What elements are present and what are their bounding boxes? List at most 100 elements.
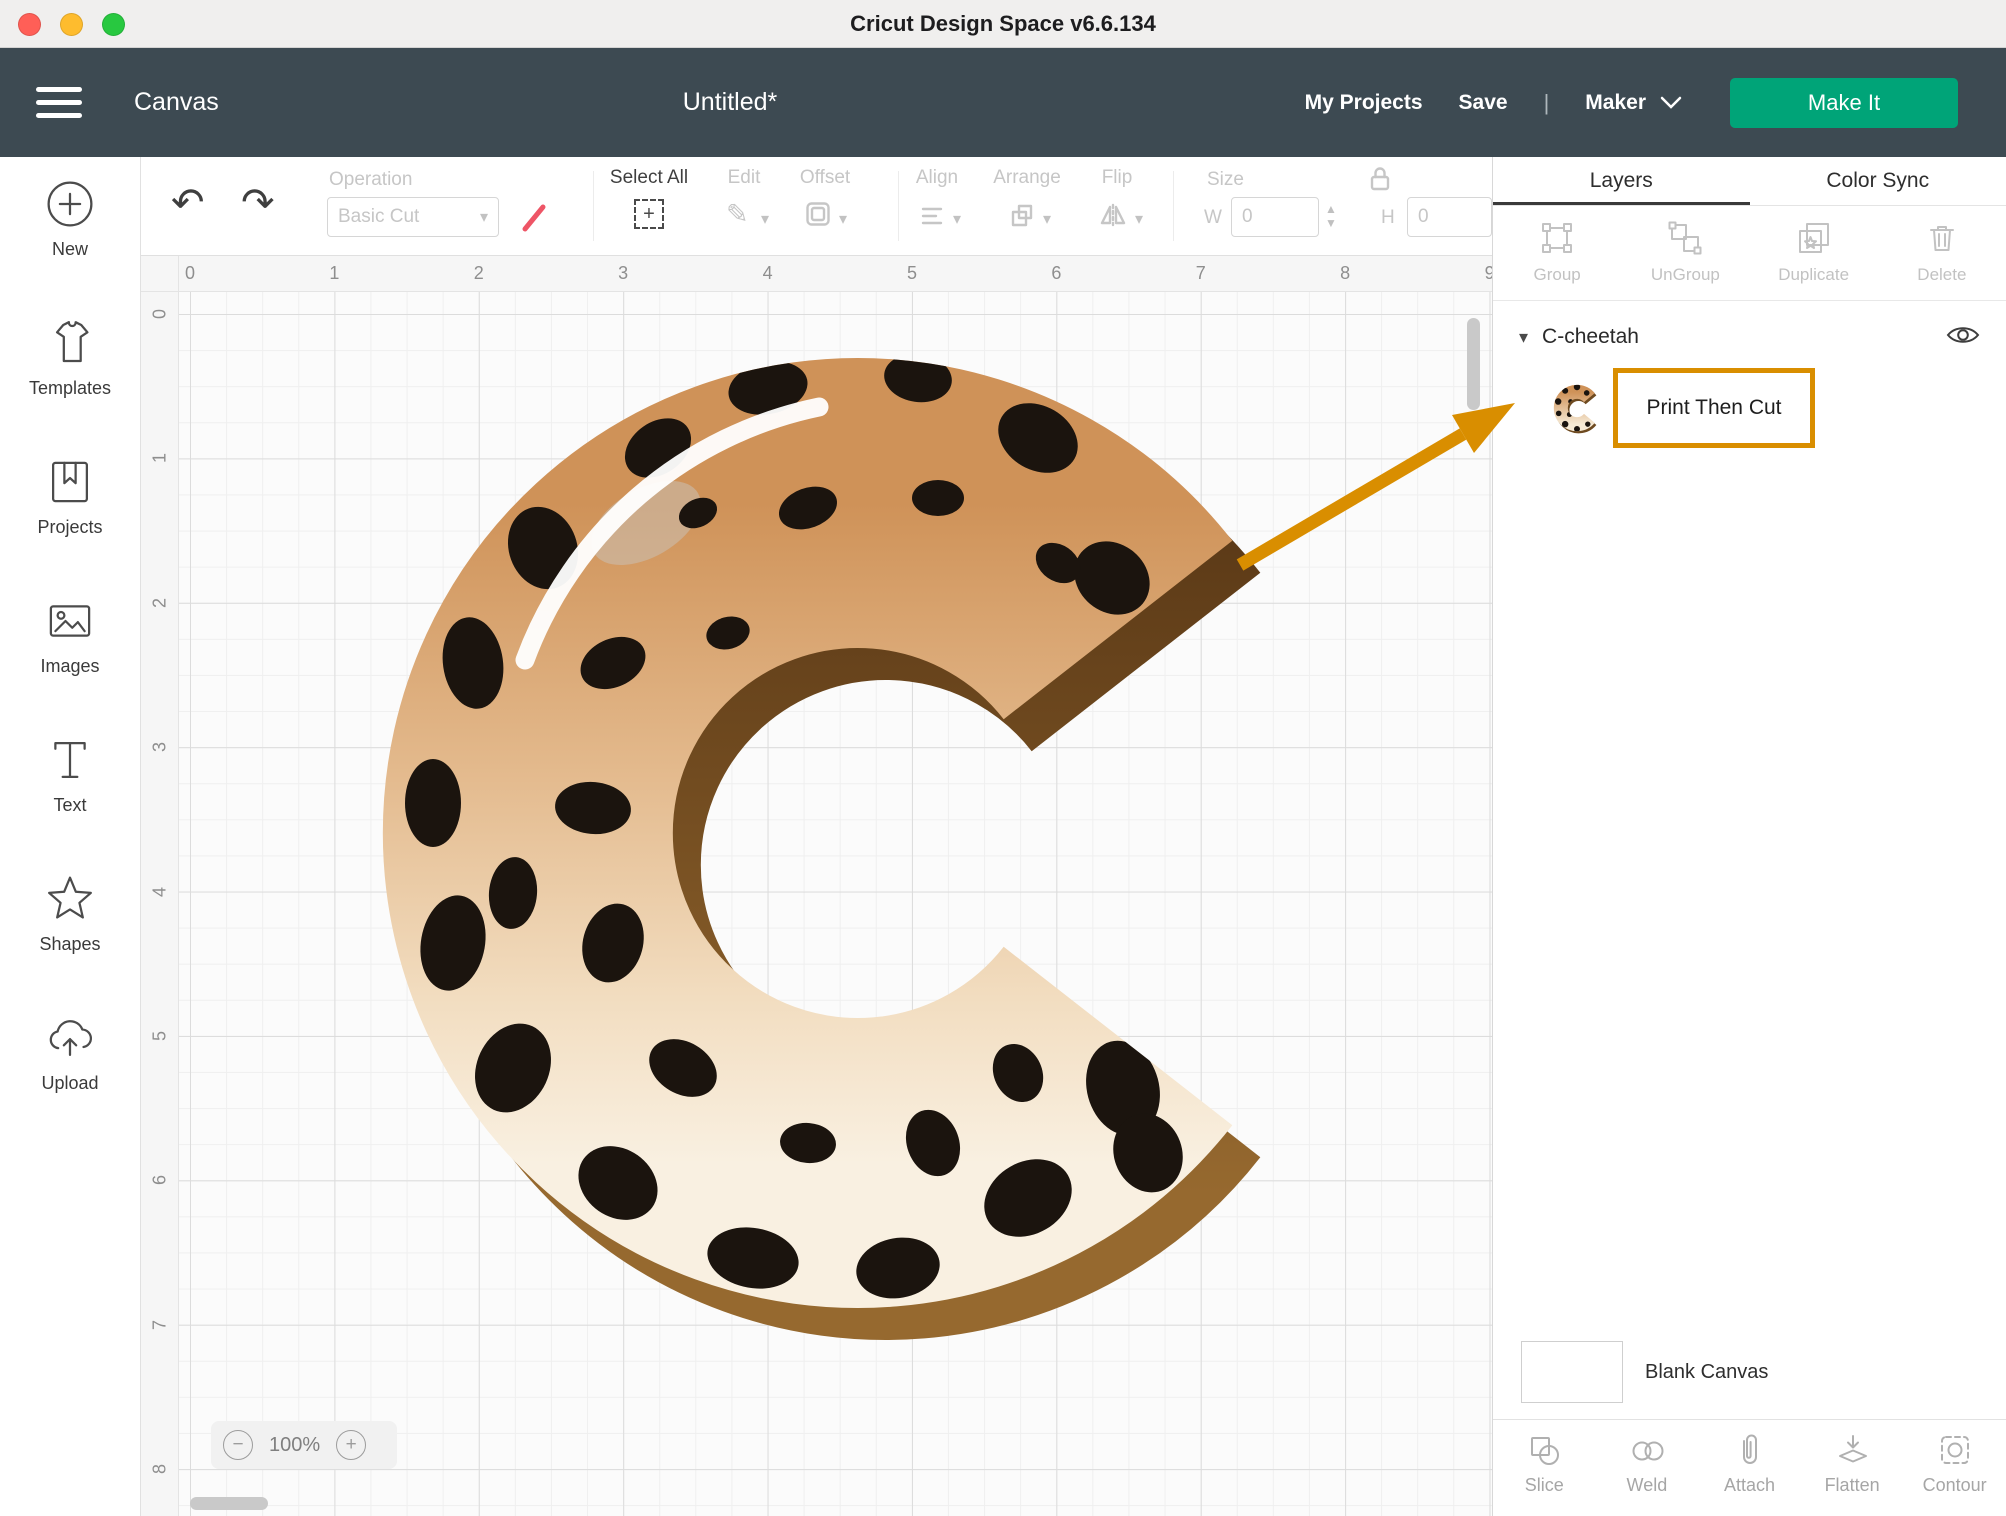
arrange-label: Arrange [993,167,1061,188]
shirt-icon [55,321,89,363]
action-label: Weld [1626,1475,1668,1495]
layer-row[interactable]: Print Then Cut [1493,365,2006,451]
minimize-window-button[interactable] [60,13,83,36]
visibility-eye-icon[interactable] [1946,323,1980,352]
ruler-mark: 7 [1195,263,1206,283]
weld-icon [1632,1441,1664,1461]
width-stepper[interactable]: ▲ ▼ [1325,203,1337,229]
delete-button[interactable]: Delete [1878,206,2006,300]
canvas-grid[interactable]: − 100% + [179,292,1492,1516]
width-label: W [1204,207,1222,228]
contour-icon [1940,1436,1969,1464]
window-controls [18,13,125,36]
weld-button[interactable]: Weld [1596,1420,1699,1516]
action-label: Slice [1524,1475,1564,1495]
flip-icon[interactable] [1099,203,1127,232]
group-button[interactable]: Group [1493,206,1621,300]
menu-icon[interactable] [36,79,82,126]
document-title[interactable]: Untitled* [390,88,1070,117]
layers-panel: Layers Color Sync Group UnGroup Duplicat… [1492,157,2006,1516]
align-icon[interactable] [919,203,945,234]
machine-selector[interactable]: Maker [1585,91,1682,115]
chevron-down-icon[interactable]: ▾ [761,209,769,229]
top-navigation-bar: Canvas Untitled* My Projects Save | Make… [0,48,2006,157]
sidebar-item-label: Images [40,656,100,676]
ruler-corner [141,256,179,292]
sidebar-item-templates[interactable]: Templates [0,316,140,455]
zoom-in-button[interactable]: + [336,1430,367,1460]
vertical-scrollbar[interactable] [1467,318,1480,410]
save-link[interactable]: Save [1459,91,1508,115]
layer-operation-highlight-box[interactable]: Print Then Cut [1613,368,1815,448]
blank-canvas-row[interactable]: Blank Canvas [1493,1337,2006,1407]
blank-canvas-label: Blank Canvas [1645,1360,1769,1383]
chevron-down-icon[interactable]: ▾ [953,209,961,229]
zoom-window-button[interactable] [102,13,125,36]
cheetah-letter-c-artwork[interactable] [378,333,1338,1363]
offset-icon[interactable] [805,201,831,232]
lock-icon[interactable] [1369,165,1391,198]
cloud-upload-icon [49,1020,92,1056]
ruler-mark: 1 [149,453,169,464]
arrange-icon[interactable] [1009,203,1035,234]
ruler-mark: 4 [762,263,773,283]
ruler-mark: 8 [149,1464,169,1475]
slice-button[interactable]: Slice [1493,1420,1596,1516]
material-color-swatch[interactable] [519,203,549,233]
tab-layers[interactable]: Layers [1493,157,1750,205]
tab-color-sync[interactable]: Color Sync [1750,157,2006,205]
sidebar-item-images[interactable]: Images [0,594,140,733]
toolbar-divider [1173,171,1174,241]
vertical-ruler: 0 1 2 3 4 5 6 7 8 [141,292,179,1516]
layer-group-row[interactable]: ▾ C-cheetah [1493,315,2006,359]
sidebar-item-projects[interactable]: Projects [0,455,140,594]
sidebar-item-text[interactable]: Text [0,733,140,872]
action-label: UnGroup [1650,265,1720,284]
action-label: Duplicate [1778,265,1850,284]
size-label: Size [1207,169,1244,190]
sidebar-item-shapes[interactable]: Shapes [0,872,140,1011]
action-label: Attach [1723,1475,1775,1495]
undo-icon[interactable]: ↶ [171,183,205,223]
blank-canvas-thumbnail [1521,1341,1623,1403]
make-it-button[interactable]: Make It [1730,77,1958,128]
height-label: H [1381,207,1395,228]
ruler-mark: 0 [149,308,169,320]
trash-icon [1929,226,1954,251]
zoom-out-button[interactable]: − [223,1430,253,1460]
sidebar-item-label: Shapes [39,934,101,954]
ruler-mark: 4 [149,886,169,897]
contour-button[interactable]: Contour [1903,1420,2006,1516]
ruler-mark: 0 [184,263,196,283]
window-title: Cricut Design Space v6.6.134 [850,11,1156,36]
panel-tabs: Layers Color Sync [1493,157,2006,206]
my-projects-link[interactable]: My Projects [1305,91,1423,115]
width-input[interactable] [1231,197,1319,237]
ungroup-icon [1668,221,1702,255]
chevron-down-icon[interactable]: ▾ [1043,209,1051,229]
flatten-button[interactable]: Flatten [1801,1420,1904,1516]
redo-icon[interactable]: ↷ [241,183,275,223]
close-window-button[interactable] [18,13,41,36]
collapse-triangle-icon[interactable]: ▾ [1519,327,1528,348]
chevron-down-icon[interactable]: ▾ [839,209,847,229]
horizontal-scrollbar[interactable] [190,1497,268,1510]
edit-label: Edit [727,167,761,188]
sidebar-item-new[interactable]: New [0,177,140,316]
sidebar-item-upload[interactable]: Upload [0,1011,140,1150]
ruler-mark: 5 [906,263,918,283]
ruler-mark: 3 [618,263,629,283]
attach-button[interactable]: Attach [1698,1420,1801,1516]
select-all-icon[interactable] [634,199,664,229]
pencil-icon[interactable]: ✎ [726,201,749,228]
canvas-label: Canvas [134,88,219,116]
duplicate-button[interactable]: Duplicate [1750,206,1878,300]
chevron-down-icon[interactable]: ▾ [1135,209,1143,229]
height-input[interactable] [1407,197,1492,237]
action-label: Delete [1917,265,1967,284]
design-canvas[interactable]: 0 1 2 3 4 5 6 7 8 9 0 1 2 3 4 5 6 7 8 − … [141,256,1495,1516]
operation-dropdown[interactable]: Basic Cut ▾ [327,197,499,237]
zoom-control: − 100% + [211,1421,397,1469]
ungroup-button[interactable]: UnGroup [1621,206,1749,300]
flatten-icon [1839,1435,1868,1463]
